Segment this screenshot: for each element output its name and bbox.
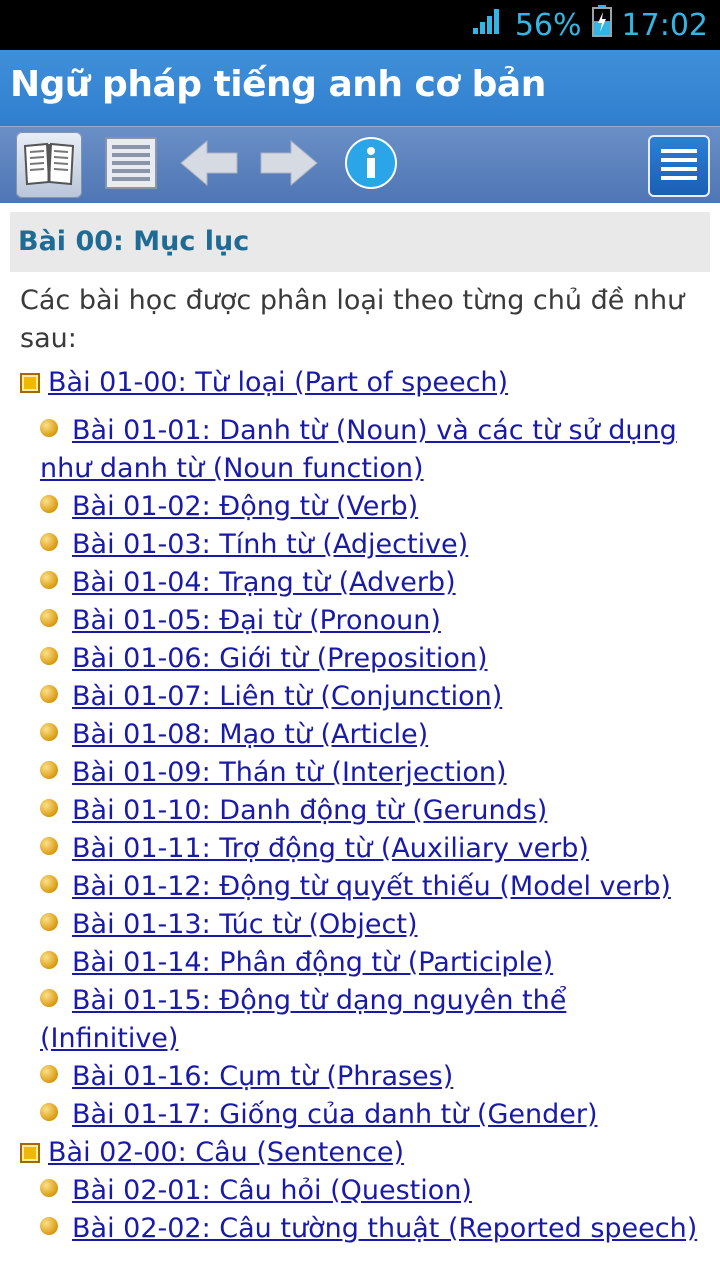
toc-item: Bài 01-08: Mạo từ (Article): [40, 716, 710, 754]
toc-item: Bài 01-12: Động từ quyết thiếu (Model ve…: [40, 868, 710, 906]
toc-item: Bài 01-07: Liên từ (Conjunction): [40, 678, 710, 716]
toc-item: Bài 01-09: Thán từ (Interjection): [40, 754, 710, 792]
round-bullet-icon: [40, 419, 58, 437]
battery-percent: 56%: [514, 7, 582, 43]
round-bullet-icon: [40, 875, 58, 893]
intro-text: Các bài học được phân loại theo từng chủ…: [20, 285, 685, 354]
toc-item-link[interactable]: Bài 01-06: Giới từ (Preposition): [72, 643, 488, 674]
round-bullet-icon: [40, 685, 58, 703]
toc-item-link[interactable]: Bài 01-08: Mạo từ (Article): [72, 719, 428, 750]
round-bullet-icon: [40, 761, 58, 779]
info-icon: [344, 136, 398, 194]
toc-item: Bài 01-02: Động từ (Verb): [40, 488, 710, 526]
round-bullet-icon: [40, 1217, 58, 1235]
toc-item-link[interactable]: Bài 01-05: Đại từ (Pronoun): [72, 605, 441, 636]
toc-item-link[interactable]: Bài 01-10: Danh động từ (Gerunds): [72, 795, 547, 826]
toc-item: Bài 01-11: Trợ động từ (Auxiliary verb): [40, 830, 710, 868]
toc-section-link[interactable]: Bài 01-00: Từ loại (Part of speech): [48, 367, 508, 398]
book-icon: [21, 138, 77, 192]
round-bullet-icon: [40, 951, 58, 969]
round-bullet-icon: [40, 647, 58, 665]
toc-item-link[interactable]: Bài 01-04: Trạng từ (Adverb): [72, 567, 456, 598]
app-title-bar: Ngữ pháp tiếng anh cơ bản: [0, 50, 720, 126]
round-bullet-icon: [40, 837, 58, 855]
table-of-contents: Bài 01-00: Từ loại (Part of speech) Bài 0…: [0, 364, 720, 1248]
round-bullet-icon: [40, 1103, 58, 1121]
round-bullet-icon: [40, 989, 58, 1007]
toc-item: Bài 01-05: Đại từ (Pronoun): [40, 602, 710, 640]
toc-item-link[interactable]: Bài 01-03: Tính từ (Adjective): [72, 529, 468, 560]
toc-item-link[interactable]: Bài 01-13: Túc từ (Object): [72, 909, 418, 940]
toc-item: Bài 02-02: Câu tường thuật (Reported spe…: [40, 1210, 710, 1248]
status-bar: 56% 17:02: [0, 0, 720, 50]
toc-item: Bài 01-17: Giống của danh từ (Gender): [40, 1096, 710, 1134]
toc-item: Bài 01-10: Danh động từ (Gerunds): [40, 792, 710, 830]
battery-charging-icon: [591, 5, 612, 45]
toc-section-link[interactable]: Bài 02-00: Câu (Sentence): [48, 1137, 404, 1168]
toc-item-link[interactable]: Bài 01-15: Động từ dạng nguyên thể (Infi…: [40, 985, 566, 1054]
square-bullet-icon: [20, 1143, 40, 1163]
toc-item: Bài 01-06: Giới từ (Preposition): [40, 640, 710, 678]
menu-button[interactable]: [648, 135, 710, 197]
round-bullet-icon: [40, 913, 58, 931]
toc-item: Bài 01-14: Phân động từ (Participle): [40, 944, 710, 982]
round-bullet-icon: [40, 1065, 58, 1083]
toc-item-link[interactable]: Bài 01-11: Trợ động từ (Auxiliary verb): [72, 833, 589, 864]
toc-section: Bài 02-00: Câu (Sentence): [20, 1134, 710, 1172]
toolbar: [0, 126, 720, 203]
content-area[interactable]: Bài 00: Mục lục Các bài học được phân lo…: [0, 202, 720, 1280]
list-icon: [103, 136, 159, 194]
menu-icon: [659, 146, 699, 186]
toc-item-link[interactable]: Bài 01-09: Thán từ (Interjection): [72, 757, 507, 788]
clock: 17:02: [621, 7, 708, 43]
round-bullet-icon: [40, 799, 58, 817]
book-button[interactable]: [16, 132, 82, 198]
arrow-left-icon: [177, 137, 241, 193]
toc-item: Bài 01-15: Động từ dạng nguyên thể (Infi…: [40, 982, 710, 1058]
lesson-title: Bài 00: Mục lục: [10, 212, 710, 272]
toc-item-link[interactable]: Bài 01-16: Cụm từ (Phrases): [72, 1061, 453, 1092]
next-button[interactable]: [256, 132, 322, 198]
toc-item-link[interactable]: Bài 02-01: Câu hỏi (Question): [72, 1175, 472, 1206]
arrow-right-icon: [257, 137, 321, 193]
previous-button[interactable]: [176, 132, 242, 198]
toc-item-link[interactable]: Bài 01-12: Động từ quyết thiếu (Model ve…: [72, 871, 671, 902]
toc-item: Bài 01-16: Cụm từ (Phrases): [40, 1058, 710, 1096]
toc-section: Bài 01-00: Từ loại (Part of speech): [20, 364, 710, 402]
toc-item: Bài 01-01: Danh từ (Noun) và các từ sử d…: [40, 412, 710, 488]
toc-item-link[interactable]: Bài 01-07: Liên từ (Conjunction): [72, 681, 502, 712]
toc-item-link[interactable]: Bài 02-02: Câu tường thuật (Reported spe…: [72, 1213, 697, 1244]
toc-item-link[interactable]: Bài 01-17: Giống của danh từ (Gender): [72, 1099, 598, 1130]
signal-icon: [471, 6, 505, 44]
round-bullet-icon: [40, 495, 58, 513]
square-bullet-icon: [20, 373, 40, 393]
info-button[interactable]: [338, 132, 404, 198]
toc-item: Bài 02-01: Câu hỏi (Question): [40, 1172, 710, 1210]
round-bullet-icon: [40, 533, 58, 551]
round-bullet-icon: [40, 609, 58, 627]
status-right: 56% 17:02: [471, 0, 708, 50]
list-button[interactable]: [98, 132, 164, 198]
toc-item-link[interactable]: Bài 01-01: Danh từ (Noun) và các từ sử d…: [40, 415, 677, 484]
toc-item-link[interactable]: Bài 01-02: Động từ (Verb): [72, 491, 418, 522]
round-bullet-icon: [40, 723, 58, 741]
toc-item-link[interactable]: Bài 01-14: Phân động từ (Participle): [72, 947, 553, 978]
round-bullet-icon: [40, 571, 58, 589]
toc-item: Bài 01-03: Tính từ (Adjective): [40, 526, 710, 564]
round-bullet-icon: [40, 1179, 58, 1197]
toc-item: Bài 01-04: Trạng từ (Adverb): [40, 564, 710, 602]
toc-item: Bài 01-13: Túc từ (Object): [40, 906, 710, 944]
app-title: Ngữ pháp tiếng anh cơ bản: [10, 64, 546, 105]
